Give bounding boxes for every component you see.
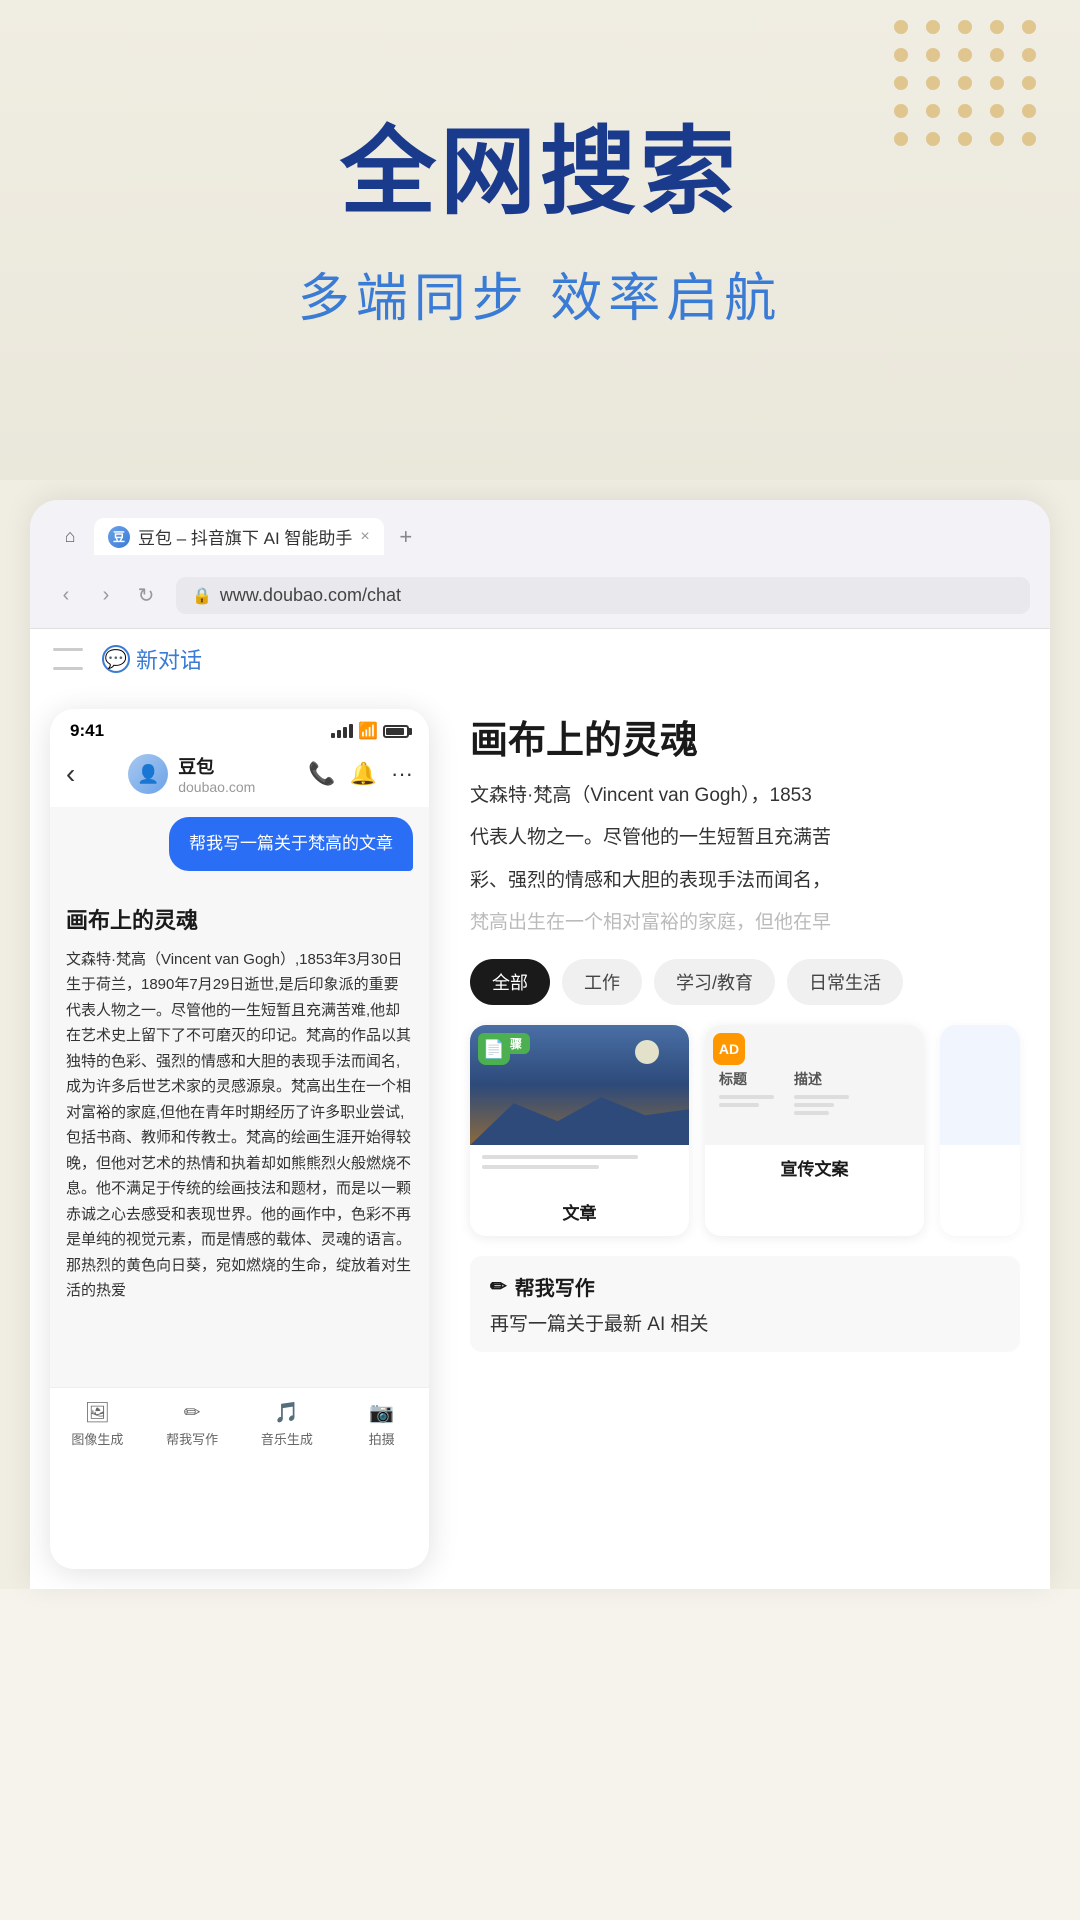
browser-toolbar: 💬 新对话 (30, 629, 1050, 689)
template-card-article[interactable]: 分步骤 📄 文章 (470, 1025, 689, 1236)
right-panel: 画布上的灵魂 文森特·梵高（Vincent van Gogh），1853 代表人… (450, 689, 1050, 1589)
write-section-icon: ✏ (490, 1274, 507, 1299)
right-article-title: 画布上的灵魂 (470, 709, 1020, 764)
refresh-button[interactable]: ↻ (130, 580, 162, 612)
more-options-icon[interactable]: ··· (391, 761, 413, 787)
user-message-bubble: 帮我写一篇关于梵高的文章 (169, 817, 413, 871)
music-icon: 🎵 (274, 1400, 299, 1425)
wifi-icon: 📶 (358, 721, 378, 741)
mobile-nav-actions: 📞 🔔 ··· (308, 761, 413, 787)
hero-subtitle: 多端同步 效率启航 (80, 256, 1000, 331)
home-icon: ⌂ (65, 526, 76, 547)
browser-chrome: ⌂ 豆 豆包 – 抖音旗下 AI 智能助手 × + ‹ › (30, 500, 1050, 629)
browser-window: ⌂ 豆 豆包 – 抖音旗下 AI 智能助手 × + ‹ › (30, 500, 1050, 1589)
card-green-icon: 📄 (478, 1033, 510, 1065)
tab-close-button[interactable]: × (360, 528, 369, 546)
mute-icon[interactable]: 🔔 (350, 761, 377, 787)
camera-label: 拍摄 (369, 1429, 395, 1448)
image-gen-label: 图像生成 (71, 1429, 123, 1448)
tab-write[interactable]: ✏ 帮我写作 (145, 1400, 240, 1448)
mobile-bottom-bar: 🖼 图像生成 ✏ 帮我写作 🎵 音乐生成 📷 拍摄 (50, 1387, 429, 1456)
mobile-chat-name: 豆包 (178, 753, 255, 779)
browser-tabs: ⌂ 豆 豆包 – 抖音旗下 AI 智能助手 × + (50, 518, 1030, 555)
sidebar-toggle-button[interactable] (50, 645, 86, 673)
category-tab-all[interactable]: 全部 (470, 959, 550, 1005)
music-label: 音乐生成 (261, 1429, 313, 1448)
right-article-preview3: 彩、强烈的情感和大胆的表现手法而闻名， (470, 865, 1020, 897)
right-article-preview2: 代表人物之一。尽管他的一生短暂且充满苦 (470, 822, 1020, 854)
mobile-article-title: 画布上的灵魂 (66, 903, 413, 935)
image-gen-icon: 🖼 (85, 1400, 110, 1425)
browser-wrapper: ⌂ 豆 豆包 – 抖音旗下 AI 智能助手 × + ‹ › (0, 480, 1080, 1589)
tab-title: 豆包 – 抖音旗下 AI 智能助手 (138, 524, 352, 549)
template-cards: 分步骤 📄 文章 (470, 1025, 1020, 1236)
card-bottom-area (470, 1145, 689, 1189)
card-label-desc: 描述 (794, 1069, 849, 1115)
new-chat-icon: 💬 (102, 645, 130, 673)
right-article-fade: 梵高出生在一个相对富裕的家庭，但他在早 (470, 907, 1020, 939)
card-article-name: 文章 (470, 1189, 689, 1236)
write-section: ✏ 帮我写作 再写一篇关于最新 AI 相关 (470, 1256, 1020, 1352)
address-input[interactable]: 🔒 www.doubao.com/chat (176, 577, 1030, 614)
mobile-chat-details: 豆包 doubao.com (178, 753, 255, 795)
card-moon (635, 1040, 659, 1064)
mobile-chat-info: 👤 豆包 doubao.com (128, 753, 255, 795)
address-bar: ‹ › ↻ 🔒 www.doubao.com/chat (50, 567, 1030, 628)
category-tab-daily[interactable]: 日常生活 (787, 959, 903, 1005)
category-tabs: 全部 工作 学习/教育 日常生活 (470, 959, 1020, 1005)
main-content-area: 9:41 📶 (30, 689, 1050, 1589)
card-partial-image (940, 1025, 1020, 1145)
hero-section: 全网搜索 多端同步 效率启航 (0, 0, 1080, 480)
home-tab-button[interactable]: ⌂ (50, 519, 90, 555)
template-card-partial[interactable] (940, 1025, 1020, 1236)
camera-icon: 📷 (369, 1400, 394, 1425)
new-tab-button[interactable]: + (388, 519, 424, 555)
write-section-title: ✏ 帮我写作 (490, 1272, 1000, 1301)
card-landscape-image: 分步骤 📄 (470, 1025, 689, 1145)
active-tab[interactable]: 豆 豆包 – 抖音旗下 AI 智能助手 × (94, 518, 384, 555)
mobile-time: 9:41 (70, 721, 104, 741)
nav-buttons: ‹ › ↻ (50, 580, 162, 612)
new-chat-button[interactable]: 💬 新对话 (102, 643, 202, 675)
phone-icon[interactable]: 📞 (308, 761, 335, 787)
back-button[interactable]: ‹ (50, 580, 82, 612)
mobile-back-button[interactable]: ‹ (66, 758, 75, 790)
write-section-subtitle: 再写一篇关于最新 AI 相关 (490, 1309, 1000, 1336)
mobile-nav-bar: ‹ 👤 豆包 doubao.com 📞 🔔 ··· (50, 745, 429, 807)
category-tab-education[interactable]: 学习/教育 (654, 959, 775, 1005)
tab-favicon: 豆 (108, 526, 130, 548)
dot-grid-decoration (894, 20, 1040, 146)
template-card-adcopy[interactable]: AD 标题 描述 (705, 1025, 924, 1236)
write-icon: ✏ (184, 1400, 201, 1425)
card-label-area: 标题 描述 (719, 1069, 910, 1115)
mobile-article-text: 文森特·梵高（Vincent van Gogh）,1853年3月30日生于荷兰，… (66, 947, 413, 1304)
mobile-chat-url: doubao.com (178, 779, 255, 795)
tab-image-gen[interactable]: 🖼 图像生成 (50, 1400, 145, 1448)
new-chat-label: 新对话 (136, 643, 202, 675)
right-article-preview1: 文森特·梵高（Vincent van Gogh），1853 (470, 780, 1020, 812)
mobile-chat-area: 帮我写一篇关于梵高的文章 画布上的灵魂 文森特·梵高（Vincent van G… (50, 807, 429, 1387)
card-adcopy-name: 宣传文案 (705, 1145, 924, 1192)
battery-icon (383, 725, 409, 738)
mobile-status-bar: 9:41 📶 (50, 709, 429, 745)
write-label: 帮我写作 (166, 1429, 218, 1448)
card-mountain (470, 1085, 689, 1145)
tab-music[interactable]: 🎵 音乐生成 (240, 1400, 335, 1448)
mobile-avatar: 👤 (128, 754, 168, 794)
signal-bars-icon (331, 724, 353, 738)
lock-icon: 🔒 (192, 586, 212, 606)
status-icons: 📶 (331, 721, 409, 741)
tab-camera[interactable]: 📷 拍摄 (334, 1400, 429, 1448)
mobile-mockup-panel: 9:41 📶 (50, 709, 430, 1569)
hero-title: 全网搜索 (80, 120, 1000, 226)
card-ad-badge: AD (713, 1033, 745, 1065)
forward-button[interactable]: › (90, 580, 122, 612)
card-adcopy-image: AD 标题 描述 (705, 1025, 924, 1145)
address-url: www.doubao.com/chat (220, 585, 401, 606)
category-tab-work[interactable]: 工作 (562, 959, 642, 1005)
card-label-title: 标题 (719, 1069, 774, 1115)
